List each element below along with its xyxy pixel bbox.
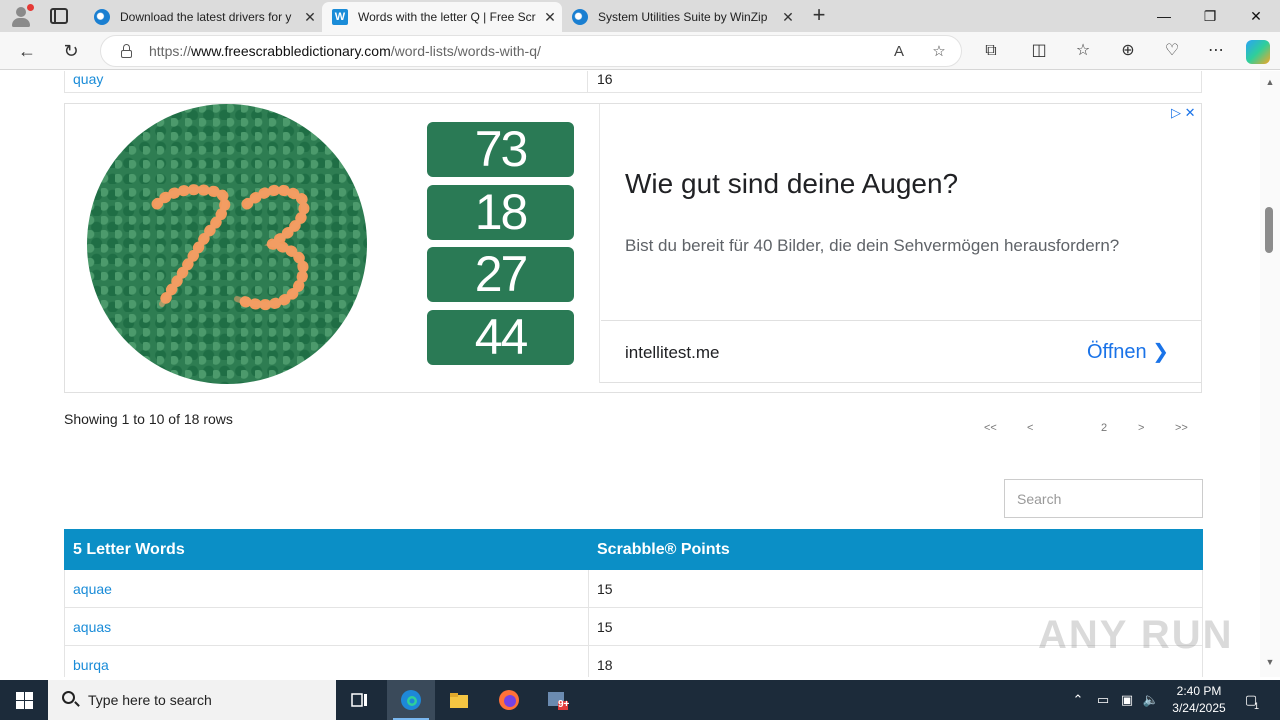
- clock-date: 3/24/2025: [1172, 701, 1226, 715]
- browser-toolbar: ← ↻ https://www.freescrabbledictionary.c…: [0, 32, 1280, 70]
- five-letter-words-table: 5 Letter Words Scrabble® Points aquae 15…: [64, 529, 1203, 677]
- tab-title: System Utilities Suite by WinZip: [598, 10, 768, 24]
- ad-headline[interactable]: Wie gut sind deine Augen?: [625, 168, 958, 200]
- battery-icon[interactable]: ▭: [1092, 680, 1114, 720]
- ad-text-panel[interactable]: Wie gut sind deine Augen? Bist du bereit…: [601, 104, 1201, 383]
- search-icon: [62, 691, 75, 704]
- tab-title: Download the latest drivers for y: [120, 10, 292, 24]
- column-header-points[interactable]: Scrabble® Points: [588, 529, 1203, 570]
- tab-actions-icon[interactable]: [50, 7, 68, 25]
- tab-strip: Download the latest drivers for y ✕ W Wo…: [0, 0, 1280, 32]
- extensions-icon[interactable]: ⧉: [980, 40, 1002, 62]
- tab-drivers[interactable]: Download the latest drivers for y ✕: [84, 2, 322, 32]
- table-search-input[interactable]: [1004, 479, 1203, 518]
- notification-count: 1: [1254, 701, 1260, 711]
- profile-avatar-icon[interactable]: [8, 4, 34, 28]
- scroll-up-icon[interactable]: ▲: [1264, 77, 1276, 87]
- answer-tile[interactable]: 73: [427, 122, 574, 177]
- task-view-icon[interactable]: [336, 680, 384, 720]
- pager-first[interactable]: <<: [984, 422, 997, 434]
- word-link[interactable]: aquae: [64, 569, 589, 608]
- security-app-icon[interactable]: 9+: [533, 680, 581, 720]
- table-row: quay 16: [64, 71, 1202, 93]
- chevron-up-icon[interactable]: ⌃: [1068, 680, 1088, 720]
- file-explorer-icon[interactable]: [435, 680, 483, 720]
- tab-winzip[interactable]: System Utilities Suite by WinZip ✕: [562, 2, 800, 32]
- split-screen-icon[interactable]: ◫: [1028, 40, 1050, 62]
- word-link[interactable]: quay: [65, 71, 588, 93]
- maximize-button[interactable]: ❐: [1187, 0, 1233, 32]
- ad-open-button[interactable]: Öffnen ❯: [1087, 339, 1169, 364]
- answer-tile[interactable]: 18: [427, 185, 574, 240]
- more-menu-icon[interactable]: ⋯: [1205, 40, 1227, 62]
- lock-icon[interactable]: [121, 44, 132, 58]
- close-tab-icon[interactable]: ✕: [776, 9, 800, 26]
- firefox-icon[interactable]: [485, 680, 533, 720]
- edge-page-icon: [572, 9, 588, 25]
- address-bar[interactable]: https://www.freescrabbledictionary.com/w…: [100, 35, 962, 67]
- points-cell: 16: [597, 71, 613, 87]
- windows-start-icon[interactable]: [0, 680, 48, 720]
- pager-prev[interactable]: <: [1027, 422, 1033, 434]
- pager-page-2[interactable]: 2: [1101, 422, 1107, 434]
- pager-next[interactable]: >: [1138, 422, 1144, 434]
- collections-icon[interactable]: ⊕: [1117, 40, 1139, 62]
- ad-image[interactable]: 73 18 27 44: [65, 104, 600, 384]
- answer-tile[interactable]: 27: [427, 247, 574, 302]
- taskbar-search-box[interactable]: Type here to search: [48, 680, 336, 720]
- read-aloud-icon[interactable]: A: [889, 42, 909, 62]
- close-window-button[interactable]: ✕: [1233, 0, 1279, 32]
- edge-taskbar-icon[interactable]: [387, 680, 435, 720]
- taskbar-search-placeholder: Type here to search: [88, 692, 212, 708]
- favorite-star-icon[interactable]: ☆: [929, 42, 949, 62]
- anyrun-watermark: ANY RUN: [1038, 613, 1234, 657]
- table-row: aquas 15: [64, 607, 1203, 646]
- table-row: aquae 15: [64, 569, 1203, 608]
- minimize-button[interactable]: —: [1141, 0, 1187, 32]
- color-blindness-plate-image: [87, 104, 367, 384]
- pager-last[interactable]: >>: [1175, 422, 1188, 434]
- answer-tile[interactable]: 44: [427, 310, 574, 365]
- close-tab-icon[interactable]: ✕: [538, 9, 562, 26]
- system-clock[interactable]: 2:40 PM 3/24/2025: [1162, 683, 1236, 717]
- new-tab-button[interactable]: +: [806, 3, 832, 29]
- table-row: burqa 18: [64, 645, 1203, 677]
- notification-center-icon[interactable]: ▢ 1: [1238, 680, 1264, 720]
- tab-title: Words with the letter Q | Free Scr: [358, 10, 536, 24]
- scrollbar-thumb[interactable]: [1265, 207, 1273, 253]
- word-link[interactable]: burqa: [64, 645, 589, 677]
- clock-time: 2:40 PM: [1176, 684, 1222, 698]
- windows-taskbar: Type here to search 9+ ⌃ ▭ ▣ 🔈 2:40 PM 3…: [0, 680, 1280, 720]
- network-icon[interactable]: ▣: [1116, 680, 1138, 720]
- ad-content[interactable]: 73 18 27 44 Wie gut sind deine Augen? Bi…: [65, 104, 1201, 384]
- page-viewport: quay 16 73 18 27 44 Wie gut sind deine A…: [4, 71, 1260, 677]
- edge-page-icon: [94, 9, 110, 25]
- advertisement[interactable]: 73 18 27 44 Wie gut sind deine Augen? Bi…: [64, 103, 1202, 393]
- copilot-icon[interactable]: [1246, 40, 1270, 64]
- browser-essentials-icon[interactable]: ♡: [1161, 40, 1183, 62]
- ad-choices-icon[interactable]: ▷ ✕: [1171, 105, 1196, 121]
- pagination-info: Showing 1 to 10 of 18 rows: [64, 411, 233, 427]
- ad-footer: intellitest.me Öffnen ❯: [601, 320, 1201, 383]
- back-arrow-icon[interactable]: ←: [12, 36, 42, 66]
- url-text[interactable]: https://www.freescrabbledictionary.com/w…: [149, 43, 541, 59]
- scroll-down-icon[interactable]: ▼: [1264, 657, 1276, 667]
- notification-badge: 9+: [558, 699, 570, 710]
- refresh-icon[interactable]: ↻: [56, 36, 86, 66]
- page-scrollbar[interactable]: ▲ ▼: [1260, 71, 1280, 677]
- table-header-row: 5 Letter Words Scrabble® Points: [64, 529, 1203, 570]
- w-favicon-icon: W: [332, 9, 348, 25]
- ad-domain: intellitest.me: [625, 343, 720, 362]
- tab-words-with-q[interactable]: W Words with the letter Q | Free Scr ✕: [322, 2, 562, 32]
- favorites-icon[interactable]: ☆: [1072, 40, 1094, 62]
- column-header-words[interactable]: 5 Letter Words: [64, 529, 589, 570]
- word-link[interactable]: aquas: [64, 607, 589, 646]
- close-tab-icon[interactable]: ✕: [298, 9, 322, 26]
- points-cell: 15: [588, 569, 1203, 608]
- ad-description: Bist du bereit für 40 Bilder, die dein S…: [625, 236, 1120, 255]
- volume-icon[interactable]: 🔈: [1140, 680, 1162, 720]
